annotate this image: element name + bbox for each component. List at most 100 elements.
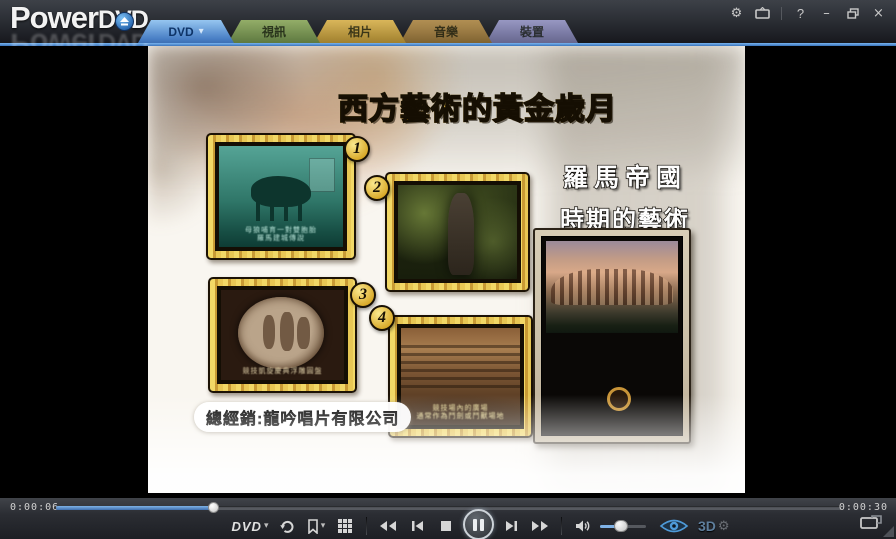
video-stage: 西方藝術的黃金歲月 羅馬帝國 時期的藝術 母狼哺育一對雙胞胎 羅馬建城傳說 bbox=[0, 46, 896, 497]
tab-video[interactable]: 視訊 bbox=[228, 20, 320, 43]
distributor-banner: 總經銷:龍吟唱片有限公司 bbox=[194, 402, 411, 432]
pause-button[interactable] bbox=[463, 509, 494, 539]
stop-icon bbox=[440, 520, 452, 532]
window-controls: ⚙ ? – × bbox=[729, 5, 886, 21]
total-time: 0:00:30 bbox=[839, 502, 888, 513]
tab-device[interactable]: 裝置 bbox=[486, 20, 578, 43]
grid-menu-button[interactable] bbox=[333, 514, 357, 538]
tab-music[interactable]: 音樂 bbox=[400, 20, 492, 43]
source-label: DVD bbox=[232, 519, 262, 534]
chapter-4-image: 競技場內的廣場 通常作為鬥劍或鬥獸場地 bbox=[397, 324, 524, 429]
chevron-down-icon: ▾ bbox=[199, 26, 204, 37]
previous-icon bbox=[411, 520, 424, 532]
menu-side-title: 羅馬帝國 時期的藝術 bbox=[550, 158, 700, 235]
chapter-3-image: 競技凱旋慶典浮雕圓盤 bbox=[217, 286, 348, 384]
chapter-3-caption: 競技凱旋慶典浮雕圓盤 bbox=[221, 368, 344, 377]
tab-music-label: 音樂 bbox=[434, 23, 458, 40]
chariot-wheel bbox=[607, 387, 631, 411]
powerdvd-window: PowerDVD PowerDVD DVD ▾ 視訊 相片 音樂 裝置 bbox=[0, 0, 896, 539]
controls-divider bbox=[366, 517, 367, 535]
source-select-button[interactable]: DVD ▾ bbox=[230, 514, 270, 538]
relief-figure bbox=[263, 315, 275, 349]
title-bar: PowerDVD PowerDVD DVD ▾ 視訊 相片 音樂 裝置 bbox=[0, 0, 896, 43]
repeat-button[interactable] bbox=[275, 514, 299, 538]
control-panel: 0:00:06 0:00:30 DVD ▾ ▾ bbox=[0, 497, 896, 539]
dvd-menu-video[interactable]: 西方藝術的黃金歲月 羅馬帝國 時期的藝術 母狼哺育一對雙胞胎 羅馬建城傳說 bbox=[148, 46, 745, 493]
repeat-icon bbox=[279, 518, 296, 535]
bookmark-icon bbox=[307, 519, 319, 534]
relief-figure bbox=[297, 317, 309, 349]
chapter-number-3[interactable]: 3 bbox=[350, 282, 376, 308]
window-controls-divider bbox=[781, 7, 782, 20]
elapsed-time: 0:00:06 bbox=[10, 502, 59, 513]
seek-bar[interactable] bbox=[56, 506, 842, 510]
eject-icon[interactable] bbox=[115, 12, 134, 31]
3d-label: 3D bbox=[698, 518, 716, 534]
menu-title: 西方藝術的黃金歲月 bbox=[338, 84, 617, 128]
truetheater-eye-icon bbox=[659, 518, 689, 534]
3d-gear-icon: ⚙ bbox=[718, 519, 730, 534]
chapter-1-caption: 母狼哺育一對雙胞胎 羅馬建城傳說 bbox=[219, 227, 343, 245]
help-icon[interactable]: ? bbox=[793, 6, 808, 21]
pause-bar bbox=[480, 519, 484, 531]
chapter-number-4[interactable]: 4 bbox=[369, 305, 395, 331]
display-mode-button[interactable] bbox=[860, 515, 882, 534]
settings-gear-icon[interactable]: ⚙ bbox=[729, 6, 744, 21]
colosseum-exterior-image bbox=[546, 241, 678, 333]
tab-photo[interactable]: 相片 bbox=[314, 20, 406, 43]
relief-figure bbox=[280, 312, 294, 352]
3d-settings-button[interactable]: 3D ⚙ bbox=[698, 514, 730, 538]
chapter-thumbnail-3[interactable]: 競技凱旋慶典浮雕圓盤 bbox=[208, 277, 357, 393]
preview-image-gap bbox=[546, 333, 678, 341]
previous-button[interactable] bbox=[405, 514, 429, 538]
triumph-painting-image bbox=[546, 341, 678, 425]
chapter-1-image: 母狼哺育一對雙胞胎 羅馬建城傳說 bbox=[215, 142, 347, 251]
chapter-4-caption: 競技場內的廣場 通常作為鬥劍或鬥獸場地 bbox=[401, 405, 520, 423]
fast-forward-icon bbox=[531, 520, 549, 532]
mute-button[interactable] bbox=[571, 514, 595, 538]
statue-figure bbox=[448, 193, 474, 276]
chapter-thumbnail-1[interactable]: 母狼哺育一對雙胞胎 羅馬建城傳說 bbox=[206, 133, 356, 260]
eject-arrow-icon bbox=[119, 16, 130, 27]
close-icon[interactable]: × bbox=[871, 6, 886, 21]
truetheater-button[interactable] bbox=[659, 514, 689, 538]
preview-frame[interactable] bbox=[533, 228, 691, 444]
rewind-button[interactable] bbox=[376, 514, 400, 538]
grid-icon bbox=[337, 518, 353, 534]
chevron-down-icon: ▾ bbox=[264, 521, 269, 531]
display-mode-icon bbox=[860, 515, 882, 529]
transport-controls: DVD ▾ ▾ bbox=[230, 513, 730, 539]
chevron-down-icon: ▾ bbox=[321, 521, 326, 531]
minimize-icon[interactable]: – bbox=[819, 6, 834, 21]
bookmark-button[interactable]: ▾ bbox=[304, 514, 328, 538]
side-title-line1: 羅馬帝國 bbox=[550, 158, 700, 194]
restore-icon[interactable] bbox=[845, 6, 860, 21]
seek-progress bbox=[56, 506, 213, 510]
tab-dvd-label: DVD bbox=[168, 25, 193, 39]
resize-grip[interactable] bbox=[883, 526, 894, 537]
wolf-picture-wall bbox=[309, 158, 335, 192]
tab-device-label: 裝置 bbox=[520, 23, 544, 40]
arena-seating-rows bbox=[401, 345, 520, 389]
preview-frame-inner bbox=[541, 236, 683, 436]
chapter-number-1[interactable]: 1 bbox=[344, 136, 370, 162]
chapter-2-image bbox=[394, 181, 521, 283]
tab-bar: DVD ▾ 視訊 相片 音樂 裝置 bbox=[138, 20, 572, 43]
speaker-icon bbox=[575, 519, 592, 533]
colosseum-arches bbox=[551, 269, 672, 306]
chapter-thumbnail-2[interactable] bbox=[385, 172, 530, 292]
tv-mode-icon[interactable] bbox=[755, 6, 770, 21]
tab-dvd[interactable]: DVD ▾ bbox=[138, 20, 234, 43]
stop-button[interactable] bbox=[434, 514, 458, 538]
fast-forward-button[interactable] bbox=[528, 514, 552, 538]
controls-divider bbox=[561, 517, 562, 535]
chapter-number-2[interactable]: 2 bbox=[364, 175, 390, 201]
rewind-icon bbox=[379, 520, 397, 532]
next-button[interactable] bbox=[499, 514, 523, 538]
seek-thumb[interactable] bbox=[208, 502, 219, 513]
tab-video-label: 視訊 bbox=[262, 23, 286, 40]
pause-bar bbox=[473, 519, 477, 531]
volume-thumb[interactable] bbox=[614, 520, 628, 532]
wolf-legs bbox=[256, 199, 306, 221]
volume-slider[interactable] bbox=[600, 525, 646, 528]
